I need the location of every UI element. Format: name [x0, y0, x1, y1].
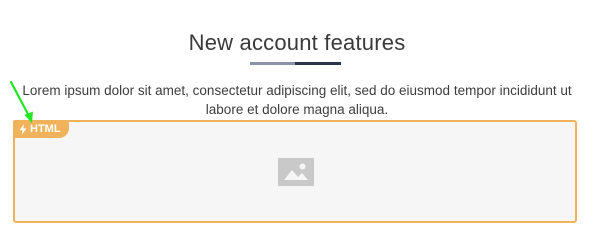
- underline-dark-segment: [295, 62, 341, 65]
- section-title: New account features: [188, 30, 406, 55]
- page: New account features Lorem ipsum dolor s…: [0, 0, 594, 242]
- title-underline: [250, 62, 341, 65]
- html-widget-block[interactable]: HTML: [13, 120, 577, 223]
- section-description: Lorem ipsum dolor sit amet, consectetur …: [22, 83, 572, 117]
- green-pointer-arrow: [9, 80, 33, 123]
- underline-light-segment: [250, 62, 295, 65]
- image-placeholder-icon: [278, 158, 314, 186]
